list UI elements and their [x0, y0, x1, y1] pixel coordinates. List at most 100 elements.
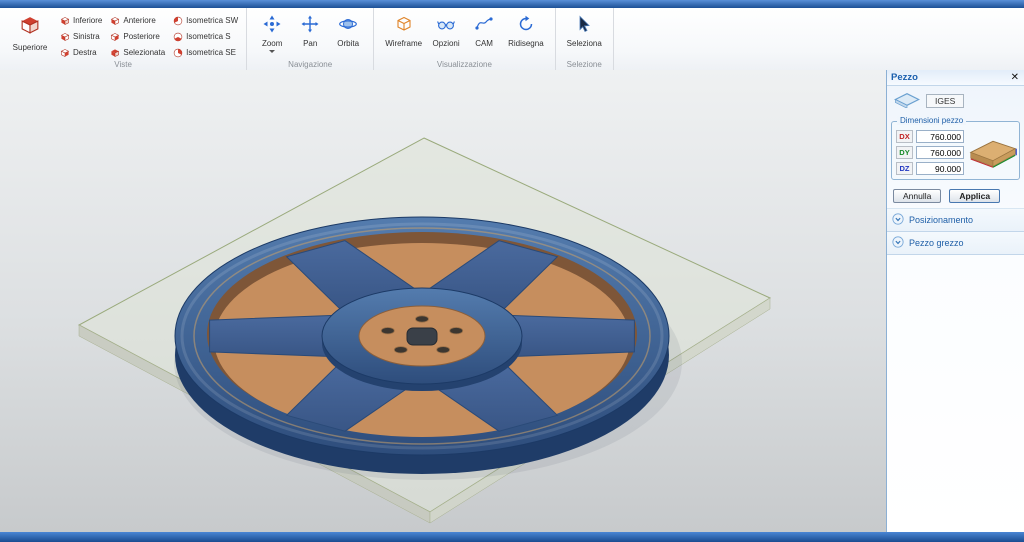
select-label: Seleziona — [567, 39, 602, 48]
section-posizionamento[interactable]: Posizionamento — [887, 208, 1024, 232]
ribbon-toolbar: Superiore Inferiore Sinistra Destra Ante… — [0, 8, 1024, 71]
dx-label: DX — [896, 130, 913, 143]
view-label: Anteriore — [123, 16, 155, 25]
chevron-down-circle-icon — [892, 213, 904, 227]
eyeglasses-icon — [437, 15, 455, 38]
panel-buttons-row: Annulla Applica — [887, 184, 1024, 208]
view-superiore-button[interactable]: Superiore — [6, 11, 54, 55]
wireframe-button[interactable]: Wireframe — [380, 11, 427, 50]
view-superiore-label: Superiore — [13, 43, 48, 52]
select-button[interactable]: Seleziona — [562, 11, 607, 50]
dy-input[interactable] — [916, 146, 964, 159]
window-bottom-bar — [0, 532, 1024, 542]
view-label: Selezionata — [123, 48, 165, 57]
pan-button[interactable]: Pan — [291, 11, 329, 50]
view-posteriore-button[interactable]: Posteriore — [108, 29, 167, 44]
view-isometrica-sw-button[interactable]: Isometrica SW — [171, 13, 240, 28]
pan-icon — [301, 15, 319, 38]
dimensions-group-label: Dimensioni pezzo — [897, 116, 966, 125]
refresh-icon — [517, 15, 535, 38]
file-format-row: IGES — [887, 86, 1024, 114]
view-cube-top-icon — [19, 14, 41, 41]
view-cube-icon — [110, 32, 120, 42]
viewport-3d[interactable] — [0, 70, 886, 532]
view-label: Destra — [73, 48, 97, 57]
zoom-icon — [263, 15, 281, 38]
apply-button[interactable]: Applica — [949, 189, 1000, 203]
ribbon-group-navigazione: Zoom Pan Orbita Navigazione — [247, 8, 374, 70]
orbit-label: Orbita — [337, 39, 359, 48]
view-label: Inferiore — [73, 16, 102, 25]
cam-label: CAM — [475, 39, 493, 48]
view-cube-icon — [60, 32, 70, 42]
cad-cam-application: Superiore Inferiore Sinistra Destra Ante… — [0, 0, 1024, 542]
cam-button[interactable]: CAM — [465, 11, 503, 50]
window-title-bar — [0, 0, 1024, 8]
pan-label: Pan — [303, 39, 317, 48]
viewport-canvas — [0, 70, 886, 532]
redraw-button[interactable]: Ridisegna — [503, 11, 549, 50]
options-button[interactable]: Opzioni — [427, 11, 465, 50]
pezzo-panel: Pezzo ✕ IGES Dimensioni pezzo DX DY — [886, 70, 1024, 532]
view-cube-icon — [110, 16, 120, 26]
ribbon-group-viste: Superiore Inferiore Sinistra Destra Ante… — [0, 8, 247, 70]
wireframe-label: Wireframe — [385, 39, 422, 48]
view-label: Posteriore — [123, 32, 159, 41]
view-anteriore-button[interactable]: Anteriore — [108, 13, 167, 28]
view-isometrica-s-button[interactable]: Isometrica S — [171, 29, 240, 44]
dz-row: DZ — [896, 162, 964, 175]
options-label: Opzioni — [433, 39, 460, 48]
view-sinistra-button[interactable]: Sinistra — [58, 29, 104, 44]
dimension-fields: DX DY DZ — [896, 130, 964, 175]
group-label-viste: Viste — [0, 60, 246, 69]
view-label: Isometrica S — [186, 32, 230, 41]
redraw-label: Ridisegna — [508, 39, 544, 48]
view-inferiore-button[interactable]: Inferiore — [58, 13, 104, 28]
dy-row: DY — [896, 146, 964, 159]
section-posizionamento-label: Posizionamento — [909, 215, 973, 225]
dx-input[interactable] — [916, 130, 964, 143]
view-cube-icon — [60, 48, 70, 58]
view-cube-icon — [110, 48, 120, 58]
dz-input[interactable] — [916, 162, 964, 175]
dy-label: DY — [896, 146, 913, 159]
workpiece-diamond-icon — [893, 91, 921, 110]
group-label-visualizzazione: Visualizzazione — [374, 60, 554, 69]
cursor-arrow-icon — [575, 15, 593, 38]
toolpath-icon — [475, 15, 493, 38]
ribbon-group-selezione: Seleziona Selezione — [556, 8, 614, 70]
view-cube-icon — [173, 48, 183, 58]
zoom-button[interactable]: Zoom — [253, 11, 291, 55]
ribbon-group-visualizzazione: Wireframe Opzioni CAM Ridisegna Visualiz… — [374, 8, 555, 70]
view-buttons-grid: Inferiore Sinistra Destra Anteriore Post… — [58, 13, 240, 60]
stock-board-thumbnail — [967, 130, 1019, 175]
section-pezzo-grezzo-label: Pezzo grezzo — [909, 238, 964, 248]
view-cube-icon — [60, 16, 70, 26]
wireframe-cube-icon — [395, 15, 413, 38]
close-icon[interactable]: ✕ — [1010, 73, 1020, 83]
ribbon-empty-space — [614, 8, 1024, 70]
view-selezionata-button[interactable]: Selezionata — [108, 45, 167, 60]
dimensions-groupbox: Dimensioni pezzo DX DY DZ — [891, 121, 1020, 180]
view-label: Isometrica SE — [186, 48, 236, 57]
orbit-icon — [339, 15, 357, 38]
orbit-button[interactable]: Orbita — [329, 11, 367, 50]
dx-row: DX — [896, 130, 964, 143]
view-isometrica-se-button[interactable]: Isometrica SE — [171, 45, 240, 60]
panel-header: Pezzo ✕ — [887, 70, 1024, 86]
zoom-label: Zoom — [262, 39, 282, 48]
group-label-selezione: Selezione — [556, 60, 613, 69]
view-cube-icon — [173, 32, 183, 42]
panel-title: Pezzo — [891, 72, 918, 83]
wheel-model — [174, 217, 682, 480]
dropdown-arrow-icon — [269, 50, 275, 53]
chevron-down-circle-icon — [892, 236, 904, 250]
view-destra-button[interactable]: Destra — [58, 45, 104, 60]
group-label-navigazione: Navigazione — [247, 60, 373, 69]
view-label: Sinistra — [73, 32, 100, 41]
view-label: Isometrica SW — [186, 16, 238, 25]
section-pezzo-grezzo[interactable]: Pezzo grezzo — [887, 232, 1024, 255]
cancel-button[interactable]: Annulla — [893, 189, 941, 203]
file-format-value[interactable]: IGES — [926, 94, 964, 108]
view-cube-icon — [173, 16, 183, 26]
